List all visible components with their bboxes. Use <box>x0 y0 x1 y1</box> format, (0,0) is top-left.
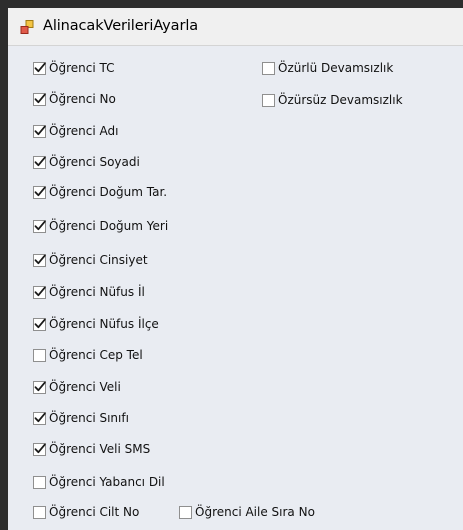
checkbox-label: Öğrenci Cinsiyet <box>49 253 148 267</box>
checkbox-ozurlu[interactable]: Özürlü Devamsızlık <box>262 60 393 76</box>
checkbox-aile-sira-no[interactable]: Öğrenci Aile Sıra No <box>179 504 315 520</box>
checkbox-label: Özürsüz Devamsızlık <box>278 93 403 107</box>
title-bar[interactable]: AlinacakVerileriAyarla <box>8 8 463 46</box>
checkbox-label: Öğrenci Yabancı Dil <box>49 475 165 489</box>
checkbox-empty-box[interactable] <box>262 93 275 107</box>
checkbox-empty-box[interactable] <box>33 505 46 519</box>
checkbox-checked-box[interactable] <box>33 61 46 75</box>
checkbox-cilt-no[interactable]: Öğrenci Cilt No <box>33 504 139 520</box>
checkbox-checked-box[interactable] <box>33 219 46 233</box>
checkbox-tc[interactable]: Öğrenci TC <box>33 60 114 76</box>
checkbox-label: Öğrenci Doğum Tar. <box>49 185 168 199</box>
checkbox-adi[interactable]: Öğrenci Adı <box>33 123 118 139</box>
checkbox-label: Öğrenci Aile Sıra No <box>195 505 315 519</box>
checkmark-icon <box>34 93 46 103</box>
checkbox-dogum-tar[interactable]: Öğrenci Doğum Tar. <box>33 184 167 200</box>
form-left-edge <box>8 46 21 530</box>
checkbox-cinsiyet[interactable]: Öğrenci Cinsiyet <box>33 252 148 268</box>
window-title: AlinacakVerileriAyarla <box>43 18 199 34</box>
checkbox-label: Öğrenci Sınıfı <box>49 411 129 425</box>
checkbox-checked-box[interactable] <box>33 124 46 138</box>
checkbox-sinifi[interactable]: Öğrenci Sınıfı <box>33 410 129 426</box>
checkbox-label: Öğrenci Nüfus İlçe <box>49 317 159 331</box>
checkbox-checked-box[interactable] <box>33 253 46 267</box>
checkbox-veli-sms[interactable]: Öğrenci Veli SMS <box>33 441 150 457</box>
checkbox-label: Öğrenci No <box>49 92 116 106</box>
checkbox-empty-box[interactable] <box>33 348 46 362</box>
checkbox-checked-box[interactable] <box>33 380 46 394</box>
checkbox-checked-box[interactable] <box>33 155 46 169</box>
checkmark-icon <box>34 286 46 296</box>
checkmark-icon <box>34 62 46 72</box>
checkbox-nufus-il[interactable]: Öğrenci Nüfus İl <box>33 284 145 300</box>
app-icon <box>20 20 34 34</box>
checkbox-label: Öğrenci Soyadi <box>49 155 140 169</box>
checkbox-yabanci-dil[interactable]: Öğrenci Yabancı Dil <box>33 474 165 490</box>
checkbox-label: Öğrenci Cilt No <box>49 505 140 519</box>
checkbox-veli[interactable]: Öğrenci Veli <box>33 379 121 395</box>
checkbox-label: Öğrenci Doğum Yeri <box>49 219 169 233</box>
checkbox-checked-box[interactable] <box>33 411 46 425</box>
checkbox-cep-tel[interactable]: Öğrenci Cep Tel <box>33 347 143 363</box>
checkmark-icon <box>34 381 46 391</box>
checkbox-soyadi[interactable]: Öğrenci Soyadi <box>33 154 140 170</box>
checkbox-no[interactable]: Öğrenci No <box>33 91 116 107</box>
checkbox-label: Öğrenci TC <box>49 61 115 75</box>
checkbox-checked-box[interactable] <box>33 92 46 106</box>
checkbox-label: Öğrenci Veli <box>49 380 121 394</box>
checkbox-checked-box[interactable] <box>33 317 46 331</box>
checkbox-label: Öğrenci Cep Tel <box>49 348 143 362</box>
checkmark-icon <box>34 318 46 328</box>
checkbox-nufus-ilce[interactable]: Öğrenci Nüfus İlçe <box>33 316 159 332</box>
checkmark-icon <box>34 220 46 230</box>
checkmark-icon <box>34 125 46 135</box>
checkmark-icon <box>34 186 46 196</box>
checkbox-label: Öğrenci Nüfus İl <box>49 285 145 299</box>
checkbox-empty-box[interactable] <box>33 475 46 489</box>
checkbox-label: Öğrenci Adı <box>49 124 119 138</box>
checkmark-icon <box>34 156 46 166</box>
checkbox-checked-box[interactable] <box>33 285 46 299</box>
checkbox-dogum-yeri[interactable]: Öğrenci Doğum Yeri <box>33 218 168 234</box>
checkbox-empty-box[interactable] <box>179 505 192 519</box>
checkmark-icon <box>34 443 46 453</box>
checkbox-label: Öğrenci Veli SMS <box>49 442 151 456</box>
checkmark-icon <box>34 254 46 264</box>
checkmark-icon <box>34 412 46 422</box>
checkbox-checked-box[interactable] <box>33 185 46 199</box>
checkbox-ozursuz[interactable]: Özürsüz Devamsızlık <box>262 92 403 108</box>
checkbox-empty-box[interactable] <box>262 61 275 75</box>
checkbox-checked-box[interactable] <box>33 442 46 456</box>
checkbox-label: Özürlü Devamsızlık <box>278 61 394 75</box>
